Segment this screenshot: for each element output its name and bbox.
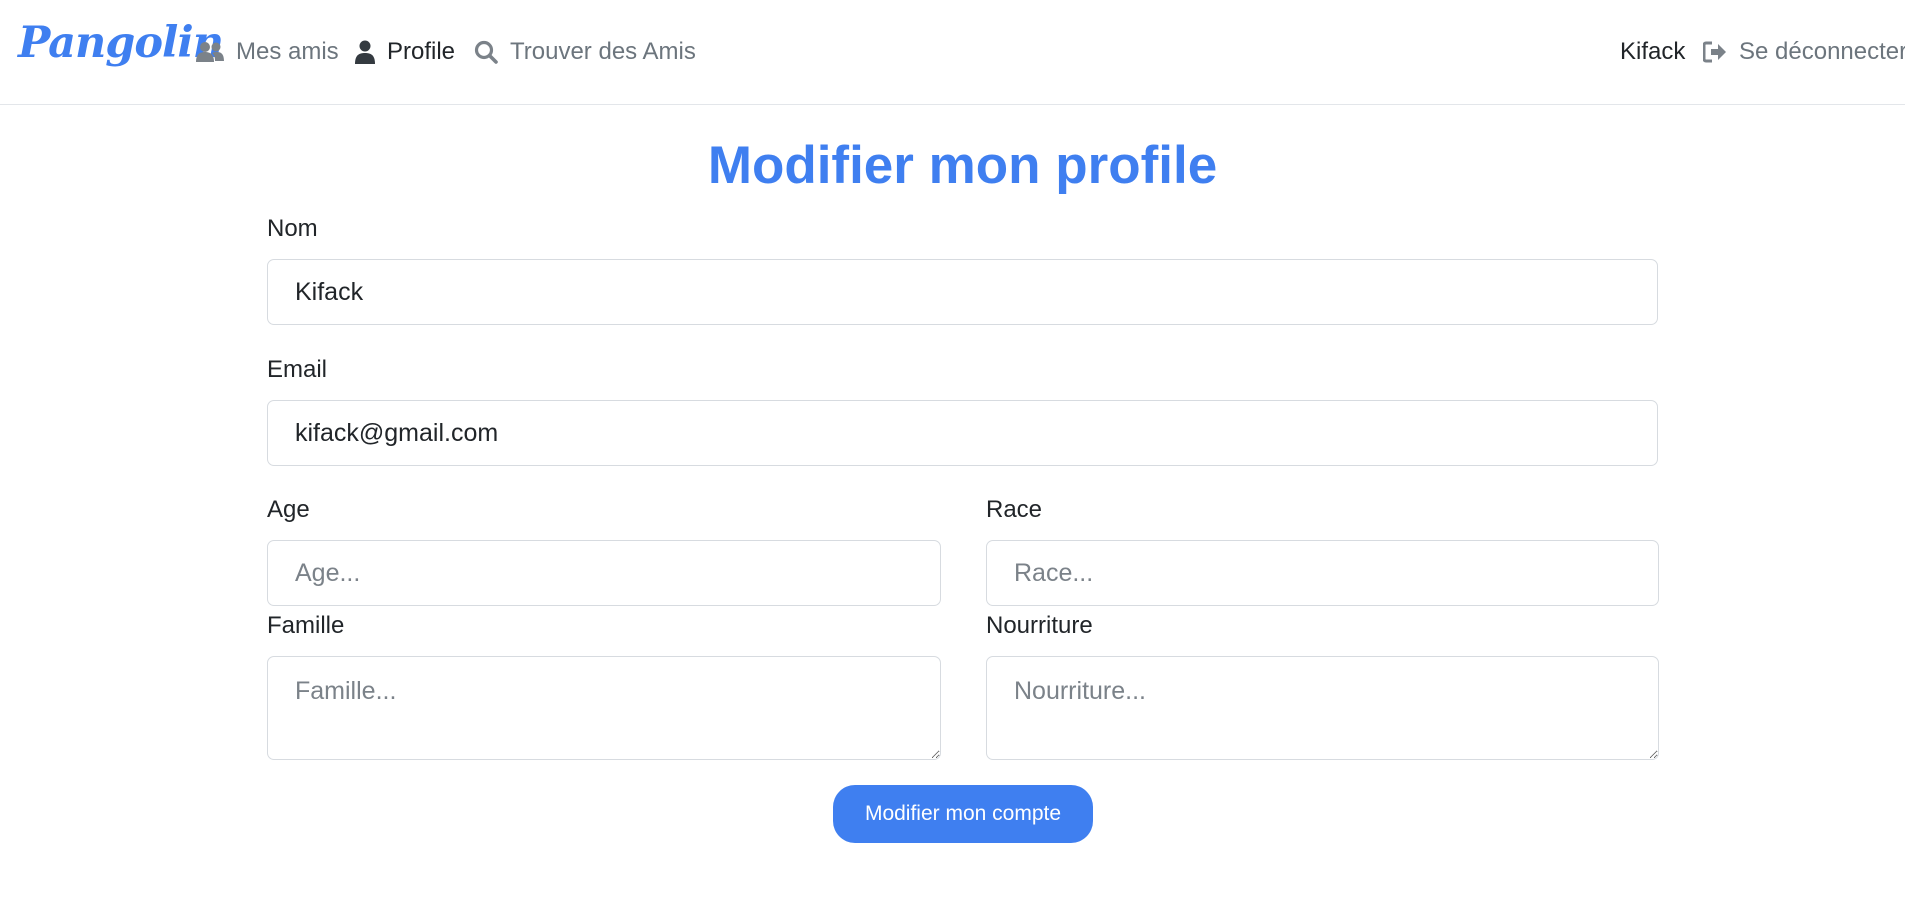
brand-logo[interactable]: Pangolin bbox=[18, 18, 224, 68]
age-label: Age bbox=[267, 496, 310, 523]
nav-item-logout[interactable]: Se déconnecter bbox=[1703, 36, 1905, 68]
email-input[interactable] bbox=[267, 400, 1658, 466]
users-icon bbox=[196, 42, 224, 62]
nav-item-find-friends[interactable]: Trouver des Amis bbox=[474, 36, 696, 68]
famille-textarea[interactable] bbox=[267, 656, 941, 760]
age-input[interactable] bbox=[267, 540, 941, 606]
nav-logout-label: Se déconnecter bbox=[1739, 38, 1905, 65]
nom-label: Nom bbox=[267, 215, 318, 242]
famille-label: Famille bbox=[267, 612, 345, 639]
modifier-compte-button[interactable]: Modifier mon compte bbox=[833, 785, 1093, 843]
nav-item-friends[interactable]: Mes amis bbox=[196, 36, 339, 68]
nav-item-profile[interactable]: Profile bbox=[355, 36, 455, 68]
user-icon bbox=[355, 40, 375, 64]
search-icon bbox=[474, 40, 498, 64]
nourriture-textarea[interactable] bbox=[986, 656, 1659, 760]
nav-user-name[interactable]: Kifack bbox=[1620, 36, 1685, 68]
navbar: Pangolin Mes amis Profile Trouver des Am… bbox=[0, 0, 1905, 105]
nav-profile-label: Profile bbox=[387, 38, 456, 65]
page-title: Modifier mon profile bbox=[707, 136, 1218, 195]
nav-find-label: Trouver des Amis bbox=[510, 38, 696, 65]
logout-icon bbox=[1703, 41, 1726, 63]
race-input[interactable] bbox=[986, 540, 1659, 606]
nom-input[interactable] bbox=[267, 259, 1658, 325]
email-label: Email bbox=[267, 356, 328, 383]
nav-friends-label: Mes amis bbox=[236, 38, 339, 65]
nourriture-label: Nourriture bbox=[986, 612, 1093, 639]
race-label: Race bbox=[986, 496, 1043, 523]
